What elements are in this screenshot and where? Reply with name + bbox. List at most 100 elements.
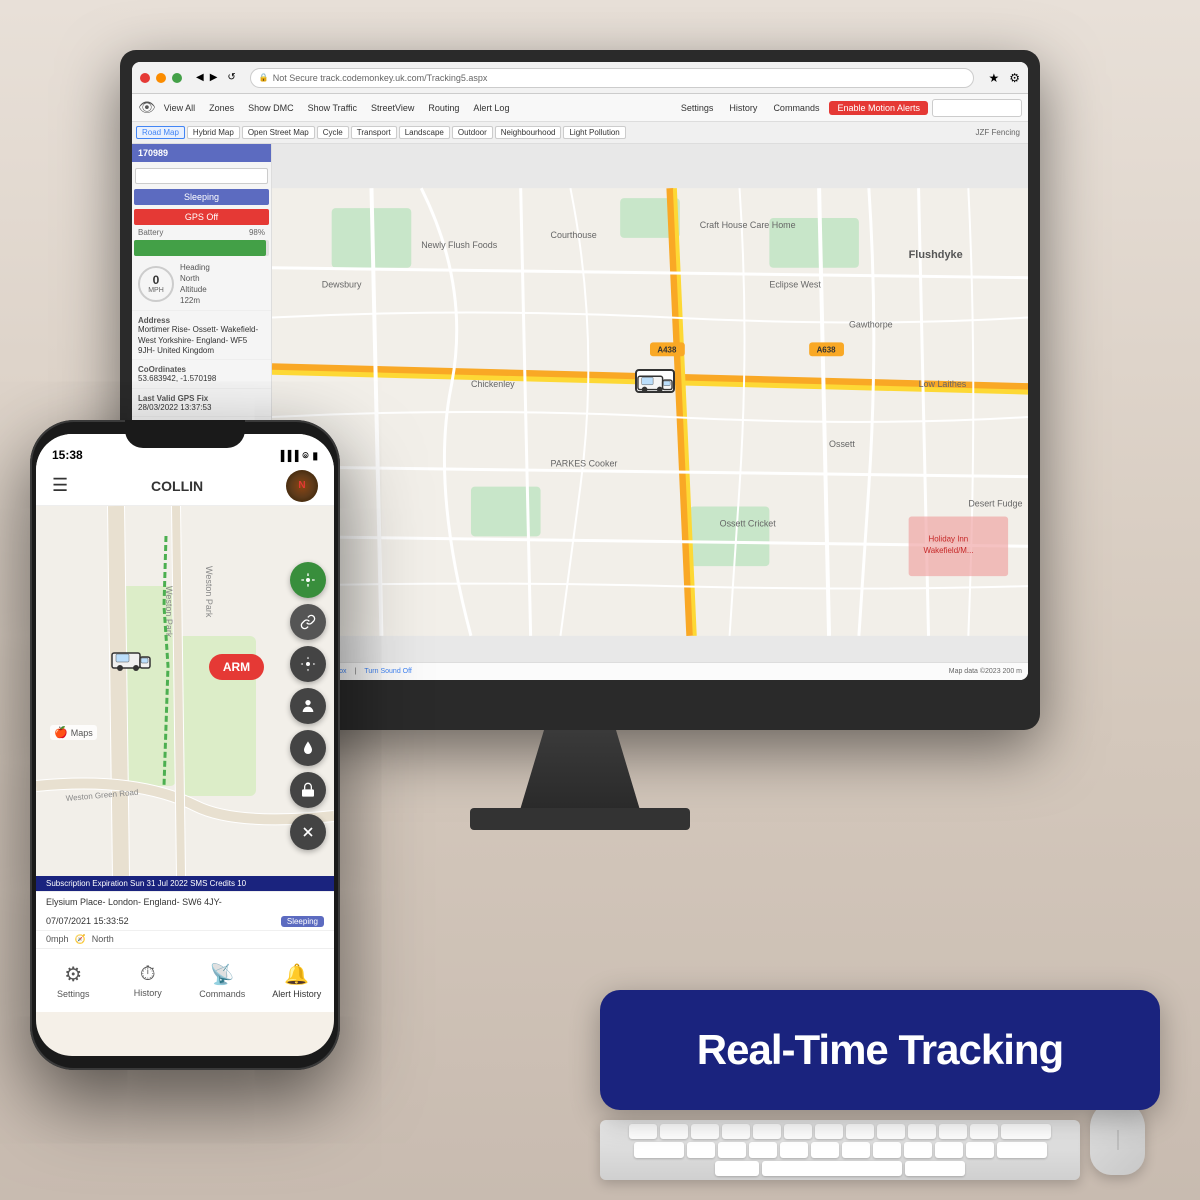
last-gps-label: Last Valid GPS Fix <box>138 394 265 403</box>
forward-btn[interactable]: ▶ <box>210 72 218 83</box>
action-btn-close[interactable] <box>290 814 326 850</box>
eye-icon[interactable]: 👁 <box>138 99 156 116</box>
map-type-bar: Road Map Hybrid Map Open Street Map Cycl… <box>132 122 1028 144</box>
nav-settings[interactable]: ⚙ Settings <box>36 956 111 1005</box>
compass-needle-n: N <box>298 480 305 491</box>
url-bar[interactable]: 🔒 Not Secure track.codemonkey.uk.com/Tra… <box>250 68 975 88</box>
streetview-btn[interactable]: StreetView <box>365 101 420 115</box>
nav-history[interactable]: ⏱ History <box>111 957 186 1004</box>
history-btn[interactable]: History <box>723 101 763 115</box>
commands-btn[interactable]: Commands <box>767 101 825 115</box>
phone-map[interactable]: Weston Park Weston Park Weston Green Roa… <box>36 506 334 876</box>
kb-key <box>904 1142 932 1157</box>
action-btn-person[interactable] <box>290 688 326 724</box>
svg-text:Courthouse: Courthouse <box>551 230 597 240</box>
address-section: Address Mortimer Rise- Ossett- Wakefield… <box>132 311 271 360</box>
action-btn-gear[interactable] <box>290 646 326 682</box>
nav-alert-history[interactable]: 🔔 Alert History <box>260 956 335 1005</box>
extensions-icon[interactable]: ⚙ <box>1009 71 1020 85</box>
svg-text:Chickenley: Chickenley <box>471 379 515 389</box>
kb-spacebar <box>762 1161 902 1176</box>
map-turn-sound[interactable]: Turn Sound Off <box>364 668 411 675</box>
kb-key <box>749 1142 777 1157</box>
url-text: Not Secure track.codemonkey.uk.com/Track… <box>273 73 488 83</box>
map-outdoor-btn[interactable]: Outdoor <box>452 126 493 139</box>
map-osm-btn[interactable]: Open Street Map <box>242 126 315 139</box>
kb-key <box>784 1124 812 1139</box>
nav-commands[interactable]: 📡 Commands <box>185 956 260 1005</box>
minimize-dot[interactable] <box>156 73 166 83</box>
lock-icon: 🔒 <box>259 73 269 82</box>
apple-maps-label: 🍎 Maps <box>50 725 97 740</box>
coords-label: CoOrdinates <box>138 365 265 374</box>
svg-text:Eclipse West: Eclipse West <box>769 280 821 290</box>
settings-btn[interactable]: Settings <box>675 101 720 115</box>
map-landscape-btn[interactable]: Landscape <box>399 126 450 139</box>
alert-log-btn[interactable]: Alert Log <box>467 101 515 115</box>
desktop-search-input[interactable] <box>932 99 1022 117</box>
arm-button[interactable]: ARM <box>209 654 264 680</box>
action-btn-drop[interactable] <box>290 730 326 766</box>
phone: 15:38 ▐▐▐ ⌾ ▮ ☰ COLLIN N <box>30 420 340 1070</box>
map-light-pollution-btn[interactable]: Light Pollution <box>563 126 625 139</box>
map-zoom-label: JZF Fencing <box>976 128 1024 137</box>
heading-value: North <box>180 274 200 283</box>
keyboard <box>600 1120 1080 1180</box>
map-hybrid-btn[interactable]: Hybrid Map <box>187 126 240 139</box>
bookmark-icon[interactable]: ★ <box>988 71 999 85</box>
device-search-input[interactable] <box>135 168 268 184</box>
kb-key <box>811 1142 839 1157</box>
last-gps-section: Last Valid GPS Fix 28/03/2022 13:37:53 <box>132 389 271 417</box>
kb-key <box>718 1142 746 1157</box>
svg-text:A638: A638 <box>817 345 837 354</box>
phone-status-icons: ▐▐▐ ⌾ ▮ <box>277 451 318 462</box>
map-separator2: | <box>355 668 357 675</box>
commands-nav-label: Commands <box>199 989 245 999</box>
map-transport-btn[interactable]: Transport <box>351 126 397 139</box>
commands-nav-icon: 📡 <box>210 962 235 987</box>
show-dmc-btn[interactable]: Show DMC <box>242 101 300 115</box>
status-sleeping: Sleeping <box>134 189 269 205</box>
svg-text:Holiday Inn: Holiday Inn <box>929 534 969 543</box>
map-svg: A438 A638 Flushdyke Gawthorpe Dewsbury N… <box>272 144 1028 680</box>
svg-text:Low Laithes: Low Laithes <box>919 379 967 389</box>
map-cycle-btn[interactable]: Cycle <box>317 126 349 139</box>
phone-location-row: 07/07/2021 15:33:52 Sleeping <box>36 913 334 930</box>
sub-text: Subscription Expiration Sun 31 Jul 2022 … <box>46 879 246 888</box>
routing-btn[interactable]: Routing <box>422 101 465 115</box>
show-traffic-btn[interactable]: Show Traffic <box>302 101 363 115</box>
view-all-btn[interactable]: View All <box>158 101 201 115</box>
kb-key <box>753 1124 781 1139</box>
hamburger-icon[interactable]: ☰ <box>52 475 68 496</box>
svg-text:Gawthorpe: Gawthorpe <box>849 319 893 329</box>
kb-key <box>722 1124 750 1139</box>
van-icon-desktop <box>635 369 675 393</box>
zones-btn[interactable]: Zones <box>203 101 240 115</box>
enable-motion-btn[interactable]: Enable Motion Alerts <box>829 101 928 115</box>
phone-time: 15:38 <box>52 448 277 462</box>
map-road-btn[interactable]: Road Map <box>136 126 185 139</box>
svg-text:Ossett Cricket: Ossett Cricket <box>720 518 777 528</box>
search-box <box>132 162 271 187</box>
action-btn-lock[interactable] <box>290 772 326 808</box>
phone-direction-icon: 🧭 <box>75 934 86 945</box>
action-btn-link[interactable] <box>290 604 326 640</box>
close-dot[interactable] <box>140 73 150 83</box>
alert-history-nav-label: Alert History <box>272 989 321 999</box>
map-area[interactable]: A438 A638 Flushdyke Gawthorpe Dewsbury N… <box>272 144 1028 680</box>
map-neighbourhood-btn[interactable]: Neighbourhood <box>495 126 562 139</box>
phone-action-buttons <box>290 562 326 850</box>
banner: Real-Time Tracking <box>600 990 1160 1110</box>
kb-key <box>905 1161 965 1176</box>
back-btn[interactable]: ◀ <box>196 72 204 83</box>
settings-nav-icon: ⚙ <box>64 962 82 987</box>
monitor-base <box>470 808 690 830</box>
alert-history-nav-icon: 🔔 <box>284 962 309 987</box>
kb-key <box>970 1124 998 1139</box>
sleeping-badge: Sleeping <box>281 916 324 927</box>
maximize-dot[interactable] <box>172 73 182 83</box>
reload-btn[interactable]: ↺ <box>227 72 235 83</box>
action-btn-location[interactable] <box>290 562 326 598</box>
kb-key <box>877 1124 905 1139</box>
kb-key <box>815 1124 843 1139</box>
